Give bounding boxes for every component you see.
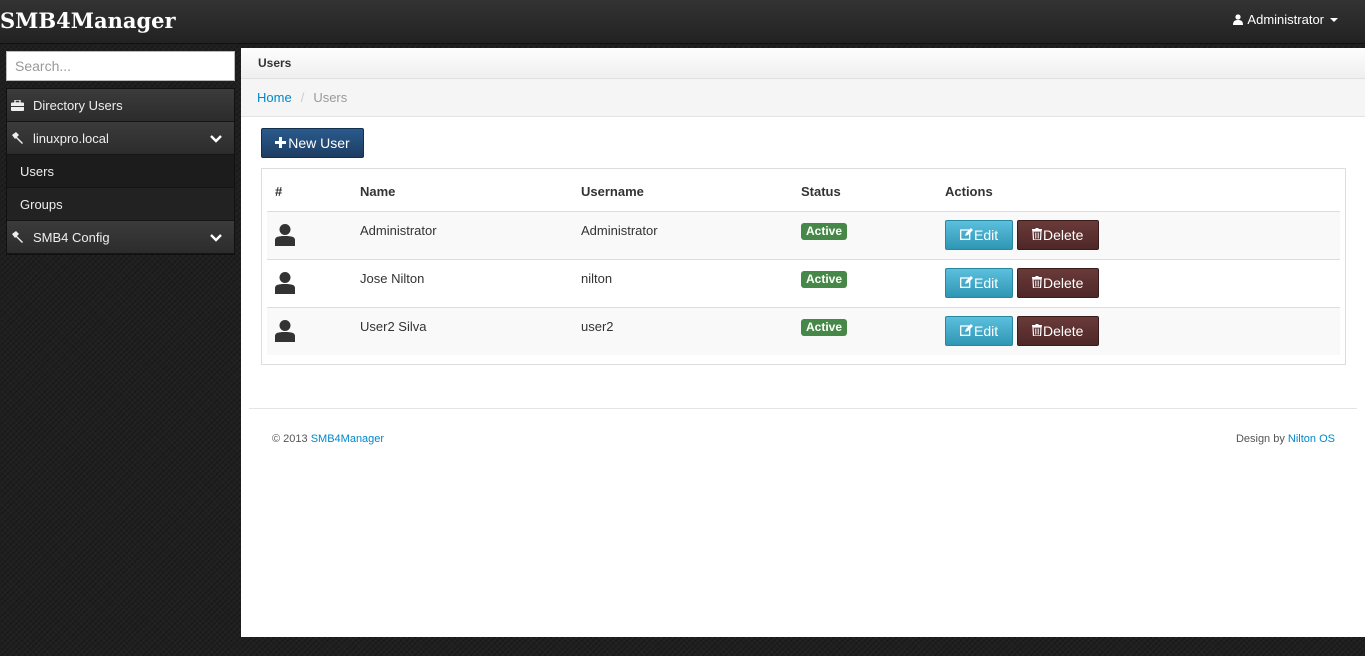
edit-icon [960, 227, 974, 243]
status-badge: Active [801, 318, 848, 336]
briefcase-icon [11, 99, 24, 114]
breadcrumb-separator: / [300, 90, 305, 105]
sidebar-item-label: Users [20, 163, 54, 179]
sidebar: Directory Users linuxpro.local Users Gro… [6, 51, 235, 255]
sidebar-nav: Directory Users linuxpro.local Users Gro… [6, 88, 235, 255]
users-table: # Name Username Status Actions Administr… [267, 173, 1340, 355]
top-navbar: SMB4Manager Administrator [0, 0, 1365, 44]
column-header-status: Status [793, 173, 937, 212]
cell-status: Active [793, 306, 937, 355]
user-menu-label: Administrator [1247, 12, 1324, 27]
new-user-label: New User [288, 135, 350, 151]
column-header-number: # [267, 173, 352, 212]
page-title: Users [241, 48, 1365, 79]
sidebar-item-groups[interactable]: Groups [7, 188, 234, 221]
sidebar-item-label: Directory Users [33, 97, 123, 113]
cell-actions: Edit Delete [937, 210, 1340, 259]
footer-credit: Design by Nilton OS [1236, 433, 1335, 445]
edit-label: Edit [974, 274, 999, 291]
search-input[interactable] [6, 51, 235, 81]
delete-label: Delete [1043, 274, 1084, 291]
avatar [267, 306, 352, 355]
breadcrumb: Home / Users [241, 79, 1365, 117]
table-row: Jose Nilton nilton Active Edit Delete [267, 258, 1340, 307]
user-avatar-icon [275, 223, 295, 249]
sidebar-item-users[interactable]: Users [7, 155, 234, 188]
trash-icon [1032, 275, 1043, 291]
chevron-down-icon[interactable] [210, 131, 222, 146]
status-badge: Active [801, 222, 848, 240]
footer-designer-link[interactable]: Nilton OS [1288, 433, 1335, 445]
edit-label: Edit [974, 322, 999, 339]
main-content: Users Home / Users New User # Name Usern… [241, 48, 1365, 637]
cell-username: Administrator [573, 210, 793, 259]
delete-button[interactable]: Delete [1017, 267, 1099, 298]
breadcrumb-home-link[interactable]: Home [257, 90, 292, 105]
users-table-container: # Name Username Status Actions Administr… [261, 168, 1346, 365]
edit-button[interactable]: Edit [945, 267, 1013, 298]
sidebar-item-linuxpro-local[interactable]: linuxpro.local [7, 122, 234, 155]
sidebar-item-label: linuxpro.local [33, 130, 109, 146]
cell-status: Active [793, 210, 937, 259]
breadcrumb-current: Users [313, 90, 348, 105]
cell-actions: Edit Delete [937, 258, 1340, 307]
edit-icon [960, 275, 974, 291]
column-header-name: Name [352, 173, 573, 212]
plus-icon [275, 135, 287, 151]
user-avatar-icon [275, 319, 295, 345]
cell-username: user2 [573, 306, 793, 355]
edit-icon [960, 323, 974, 339]
trash-icon [1032, 227, 1043, 243]
chevron-down-icon[interactable] [210, 230, 222, 245]
table-row: User2 Silva user2 Active Edit Delete [267, 306, 1340, 355]
footer-copyright: © 2013 SMB4Manager [272, 433, 384, 445]
user-icon [1233, 14, 1244, 25]
footer-app-link[interactable]: SMB4Manager [311, 433, 384, 445]
status-badge: Active [801, 270, 848, 288]
avatar [267, 258, 352, 307]
sidebar-item-label: Groups [20, 196, 63, 212]
sidebar-item-label: SMB4 Config [33, 229, 110, 245]
copyright-text: © 2013 [272, 433, 308, 445]
cell-status: Active [793, 258, 937, 307]
sidebar-item-smb4-config[interactable]: SMB4 Config [7, 221, 234, 254]
app-brand[interactable]: SMB4Manager [0, 8, 176, 33]
hammer-icon [11, 231, 24, 246]
cell-name: Jose Nilton [352, 258, 573, 307]
cell-name: Administrator [352, 210, 573, 259]
design-by-text: Design by [1235, 433, 1285, 445]
sidebar-item-directory-users[interactable]: Directory Users [7, 89, 234, 122]
delete-label: Delete [1043, 322, 1084, 339]
footer-divider [249, 408, 1357, 409]
caret-down-icon [1330, 18, 1338, 22]
user-menu[interactable]: Administrator [1233, 12, 1338, 27]
delete-button[interactable]: Delete [1017, 219, 1099, 250]
avatar [267, 210, 352, 259]
cell-username: nilton [573, 258, 793, 307]
column-header-actions: Actions [937, 173, 1340, 212]
new-user-button[interactable]: New User [261, 128, 364, 158]
delete-label: Delete [1043, 226, 1084, 243]
column-header-username: Username [573, 173, 793, 212]
edit-label: Edit [974, 226, 999, 243]
table-row: Administrator Administrator Active Edit … [267, 210, 1340, 259]
trash-icon [1032, 323, 1043, 339]
delete-button[interactable]: Delete [1017, 315, 1099, 346]
user-avatar-icon [275, 271, 295, 297]
edit-button[interactable]: Edit [945, 315, 1013, 346]
cell-actions: Edit Delete [937, 306, 1340, 355]
cell-name: User2 Silva [352, 306, 573, 355]
hammer-icon [11, 132, 24, 147]
edit-button[interactable]: Edit [945, 219, 1013, 250]
